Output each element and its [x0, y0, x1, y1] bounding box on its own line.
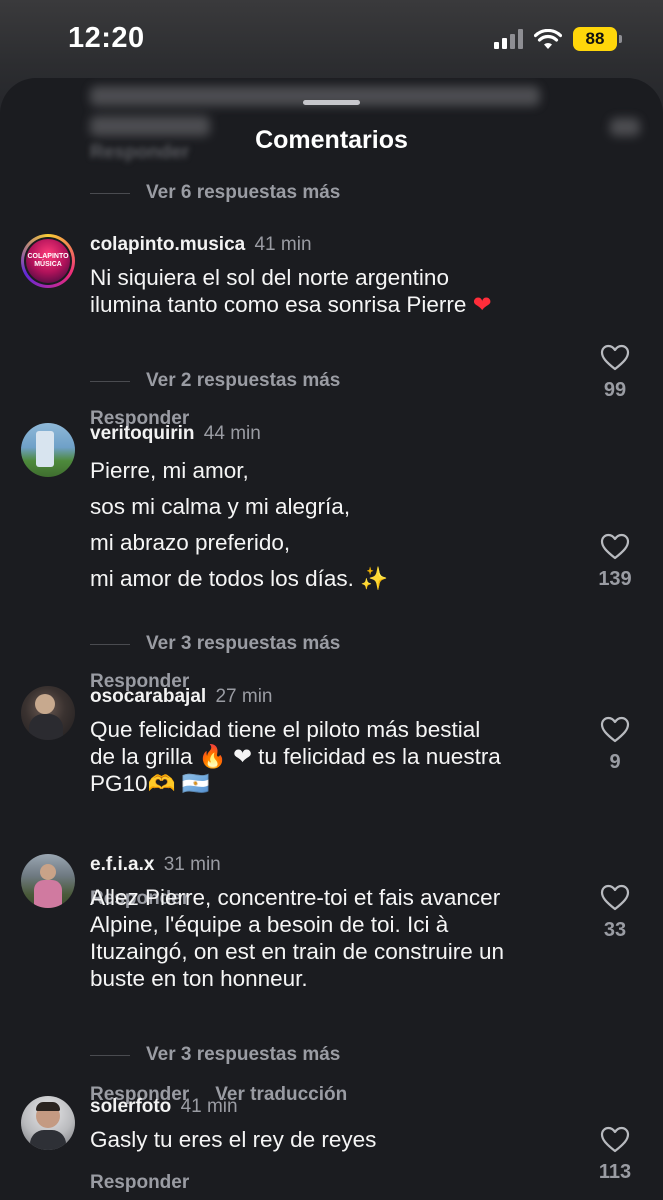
- comment-header: colapinto.musica 41 min: [90, 234, 312, 256]
- drag-handle[interactable]: [303, 100, 360, 105]
- view-more-replies-label: Ver 2 respuestas más: [146, 370, 341, 391]
- like-count: 33: [603, 919, 627, 941]
- divider-line: [90, 1054, 130, 1056]
- comment-line: Ni siquiera el sol del norte argentino: [90, 265, 449, 290]
- sparkles-emoji: ✨: [360, 566, 389, 592]
- timestamp: 44 min: [203, 423, 261, 444]
- status-icons: 88: [494, 26, 622, 52]
- username[interactable]: osocarabajal: [90, 686, 206, 707]
- like-button[interactable]: 33: [590, 884, 640, 942]
- sheet-title: Comentarios: [255, 126, 408, 154]
- comment-line: PG10🫶 🇦🇷: [90, 771, 210, 796]
- comment-line: de la grilla 🔥 ❤ tu felicidad es la nues…: [90, 744, 501, 769]
- status-bar: 12:20 88: [0, 0, 663, 78]
- view-more-replies[interactable]: Ver 2 respuestas más: [90, 367, 340, 395]
- timestamp: 27 min: [215, 686, 273, 707]
- comments-sheet[interactable]: Responder Comentarios Ver 6 respuestas m…: [0, 78, 663, 1200]
- username[interactable]: solerfoto: [90, 1096, 171, 1117]
- like-button[interactable]: 9: [590, 716, 640, 774]
- heart-icon: [600, 344, 630, 371]
- comment-line: Allez Pierre, concentre-toi et fais avan…: [90, 885, 501, 910]
- like-count: 9: [609, 751, 621, 773]
- battery-indicator: 88: [573, 27, 622, 51]
- username[interactable]: colapinto.musica: [90, 234, 245, 255]
- view-more-replies[interactable]: Ver 3 respuestas más: [90, 1041, 340, 1069]
- view-more-replies-label: Ver 6 respuestas más: [146, 182, 341, 203]
- comment-line: mi abrazo preferido,: [90, 530, 291, 555]
- cellular-signal-icon: [494, 29, 523, 49]
- comment-line: Pierre, mi amor,: [90, 458, 249, 483]
- like-button[interactable]: 113: [590, 1126, 640, 1184]
- avatar-logo-text: COLAPINTO MÚSICA: [26, 239, 70, 283]
- status-time: 12:20: [68, 22, 145, 54]
- heart-icon: [600, 716, 630, 743]
- view-more-replies[interactable]: Ver 6 respuestas más: [90, 179, 340, 207]
- avatar[interactable]: COLAPINTO MÚSICA: [21, 234, 75, 288]
- comment-actions: Responder: [90, 1172, 189, 1194]
- like-count: 139: [598, 568, 632, 590]
- comment-text: Pierre, mi amor, sos mi calma y mi alegr…: [90, 453, 580, 597]
- timestamp: 41 min: [180, 1096, 238, 1117]
- view-more-replies-label: Ver 3 respuestas más: [146, 633, 341, 654]
- reply-button[interactable]: Responder: [90, 1172, 189, 1193]
- username[interactable]: e.f.i.a.x: [90, 854, 154, 875]
- avatar[interactable]: [21, 686, 75, 740]
- divider-line: [90, 380, 130, 382]
- comment-text: Que felicidad tiene el piloto más bestia…: [90, 716, 580, 797]
- comment-text: Gasly tu eres el rey de reyes: [90, 1126, 580, 1153]
- divider-line: [90, 643, 130, 645]
- heart-icon: [600, 1126, 630, 1153]
- like-button[interactable]: 139: [590, 533, 640, 591]
- like-count: 99: [603, 379, 627, 401]
- comment-line: Que felicidad tiene el piloto más bestia…: [90, 717, 481, 742]
- view-more-replies-label: Ver 3 respuestas más: [146, 1044, 341, 1065]
- heart-emoji: ❤: [472, 292, 492, 318]
- comment-header: e.f.i.a.x 31 min: [90, 854, 221, 876]
- like-button[interactable]: 99: [590, 344, 640, 402]
- avatar[interactable]: [21, 854, 75, 908]
- comment-line: Alpine, l'équipe a besoin de toi. Ici à: [90, 912, 449, 937]
- comment-line: mi amor de todos los días. ✨: [90, 566, 389, 592]
- comment-text: Ni siquiera el sol del norte argentino i…: [90, 264, 580, 318]
- comment-line: buste en ton honneur.: [90, 966, 308, 991]
- comment-header: veritoquirin 44 min: [90, 423, 261, 445]
- wifi-icon: [534, 28, 562, 49]
- divider-line: [90, 192, 130, 194]
- comment-header: osocarabajal 27 min: [90, 686, 272, 708]
- timestamp: 41 min: [254, 234, 312, 255]
- like-count: 113: [598, 1161, 632, 1183]
- comment-line: Gasly tu eres el rey de reyes: [90, 1127, 377, 1152]
- username[interactable]: veritoquirin: [90, 423, 195, 444]
- comment-line: Ituzaingó, on est en train de construire…: [90, 939, 505, 964]
- comment-line: ilumina tanto como esa sonrisa Pierre ❤: [90, 292, 492, 318]
- avatar[interactable]: [21, 423, 75, 477]
- comment-text: Allez Pierre, concentre-toi et fais avan…: [90, 884, 580, 992]
- avatar[interactable]: [21, 1096, 75, 1150]
- comment-line: sos mi calma y mi alegría,: [90, 494, 351, 519]
- heart-icon: [600, 884, 630, 911]
- view-more-replies[interactable]: Ver 3 respuestas más: [90, 630, 340, 658]
- comment-header: solerfoto 41 min: [90, 1096, 238, 1118]
- heart-icon: [600, 533, 630, 560]
- timestamp: 31 min: [163, 854, 221, 875]
